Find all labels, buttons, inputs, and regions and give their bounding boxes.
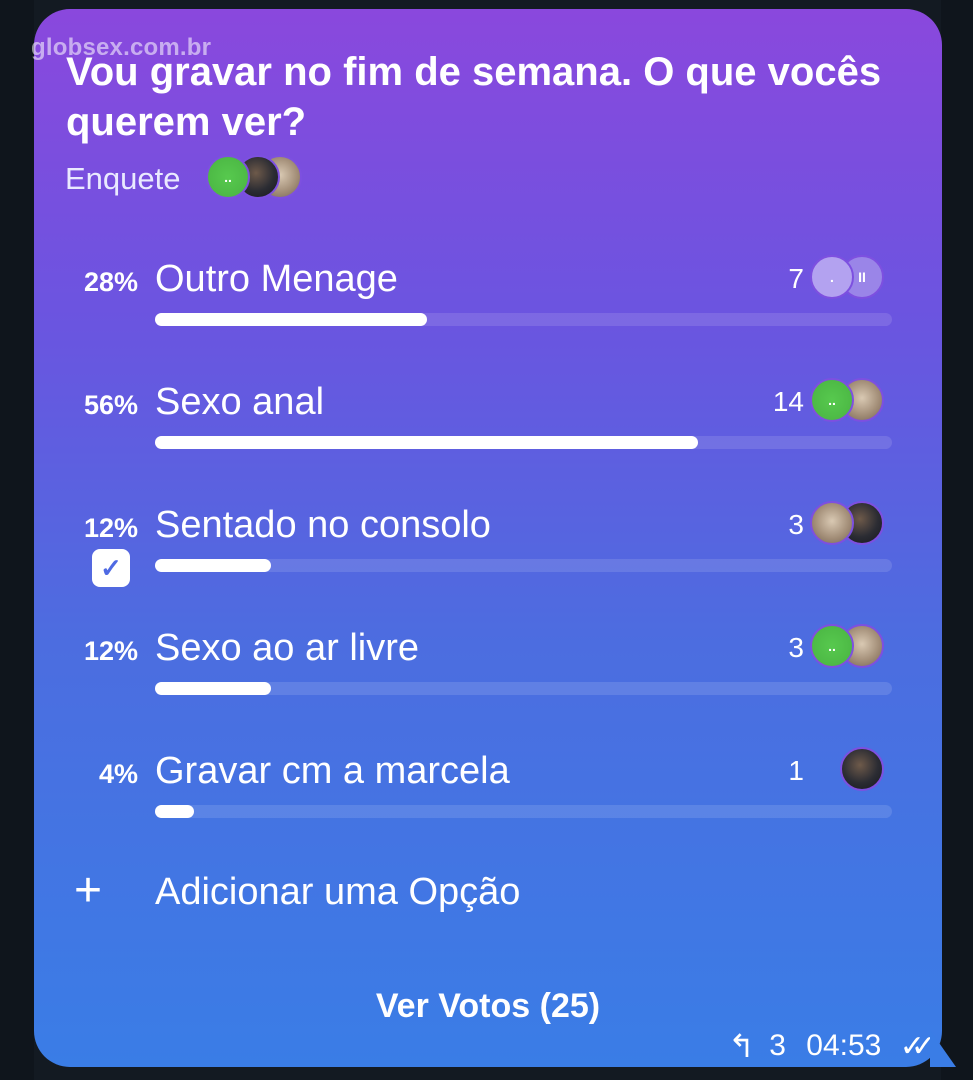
- option-percent: 12%: [83, 513, 138, 543]
- option-percent: 4%: [98, 759, 138, 789]
- option-progress-track: [155, 682, 892, 695]
- option-vote-count: 3: [788, 632, 804, 663]
- add-option-label: Adicionar uma Opção: [155, 871, 521, 913]
- option-label: Gravar cm a marcela: [155, 750, 510, 792]
- voter-avatar: ..: [206, 155, 250, 199]
- option-progress-track: [155, 805, 892, 818]
- option-vote-count: 7: [788, 263, 804, 294]
- option-vote-count: 14: [772, 386, 804, 417]
- selected-check-icon: ✓: [92, 549, 130, 587]
- option-percent: 12%: [83, 636, 138, 666]
- poll-question: Vou gravar no fim de semana. O que vocês…: [66, 50, 882, 144]
- reply-icon[interactable]: ↰: [728, 1027, 755, 1065]
- voter-avatar: ..: [810, 624, 854, 668]
- option-progress-fill: [155, 313, 427, 326]
- option-voters-avatars[interactable]: [810, 501, 892, 551]
- option-voters-avatars[interactable]: ..: [810, 378, 892, 428]
- poll-option-outro-menage[interactable]: 28% Outro Menage 7 II .: [34, 255, 942, 367]
- chat-background-right: [941, 0, 973, 1080]
- message-meta: ↰ 3 04:53 ✓✓: [728, 1027, 936, 1065]
- double-check-icon: ✓✓: [899, 1029, 936, 1063]
- bubble-tail: [930, 1030, 956, 1067]
- option-vote-count: 1: [788, 755, 804, 786]
- poll-option-sentado-no-consolo[interactable]: 12% Sentado no consolo 3 ✓: [34, 501, 942, 613]
- option-vote-count: 3: [788, 509, 804, 540]
- voter-avatar: [810, 501, 854, 545]
- message-time: 04:53: [806, 1029, 882, 1062]
- option-progress-track: [155, 313, 892, 326]
- reply-count[interactable]: 3: [769, 1029, 786, 1063]
- option-label: Sexo anal: [155, 381, 325, 423]
- voter-avatar: ..: [810, 378, 854, 422]
- option-percent: 28%: [83, 267, 138, 297]
- option-progress-fill: [155, 436, 699, 449]
- add-option-button[interactable]: + Adicionar uma Opção: [34, 864, 942, 927]
- option-label: Sexo ao ar livre: [155, 627, 420, 669]
- option-progress-fill: [155, 682, 272, 695]
- option-label: Outro Menage: [155, 258, 398, 300]
- poll-option-sexo-ao-ar-livre[interactable]: 12% Sexo ao ar livre 3 ..: [34, 624, 942, 736]
- option-voters-avatars[interactable]: [810, 747, 892, 797]
- voters-avatars[interactable]: ..: [206, 154, 306, 200]
- option-percent: 56%: [83, 390, 138, 420]
- option-progress-track: [155, 559, 892, 572]
- option-progress-fill: [155, 559, 272, 572]
- option-voters-avatars[interactable]: II .: [810, 255, 892, 305]
- watermark-text: globsex.com.br: [31, 34, 212, 61]
- option-voters-avatars[interactable]: ..: [810, 624, 892, 674]
- voter-avatar: [840, 747, 884, 791]
- option-label: Sentado no consolo: [155, 504, 491, 546]
- chat-background-left: [0, 0, 34, 1080]
- poll-option-gravar-cm-a-marcela[interactable]: 4% Gravar cm a marcela 1: [34, 747, 942, 859]
- view-votes-button[interactable]: Ver Votos (25): [34, 987, 942, 1026]
- poll-type-label: Enquete: [65, 161, 181, 196]
- plus-icon: +: [74, 864, 103, 917]
- poll-message-bubble[interactable]: Vou gravar no fim de semana. O que vocês…: [34, 9, 942, 1067]
- option-progress-fill: [155, 805, 194, 818]
- voter-avatar: .: [810, 255, 854, 299]
- option-progress-track: [155, 436, 892, 449]
- poll-option-sexo-anal[interactable]: 56% Sexo anal 14 ..: [34, 378, 942, 490]
